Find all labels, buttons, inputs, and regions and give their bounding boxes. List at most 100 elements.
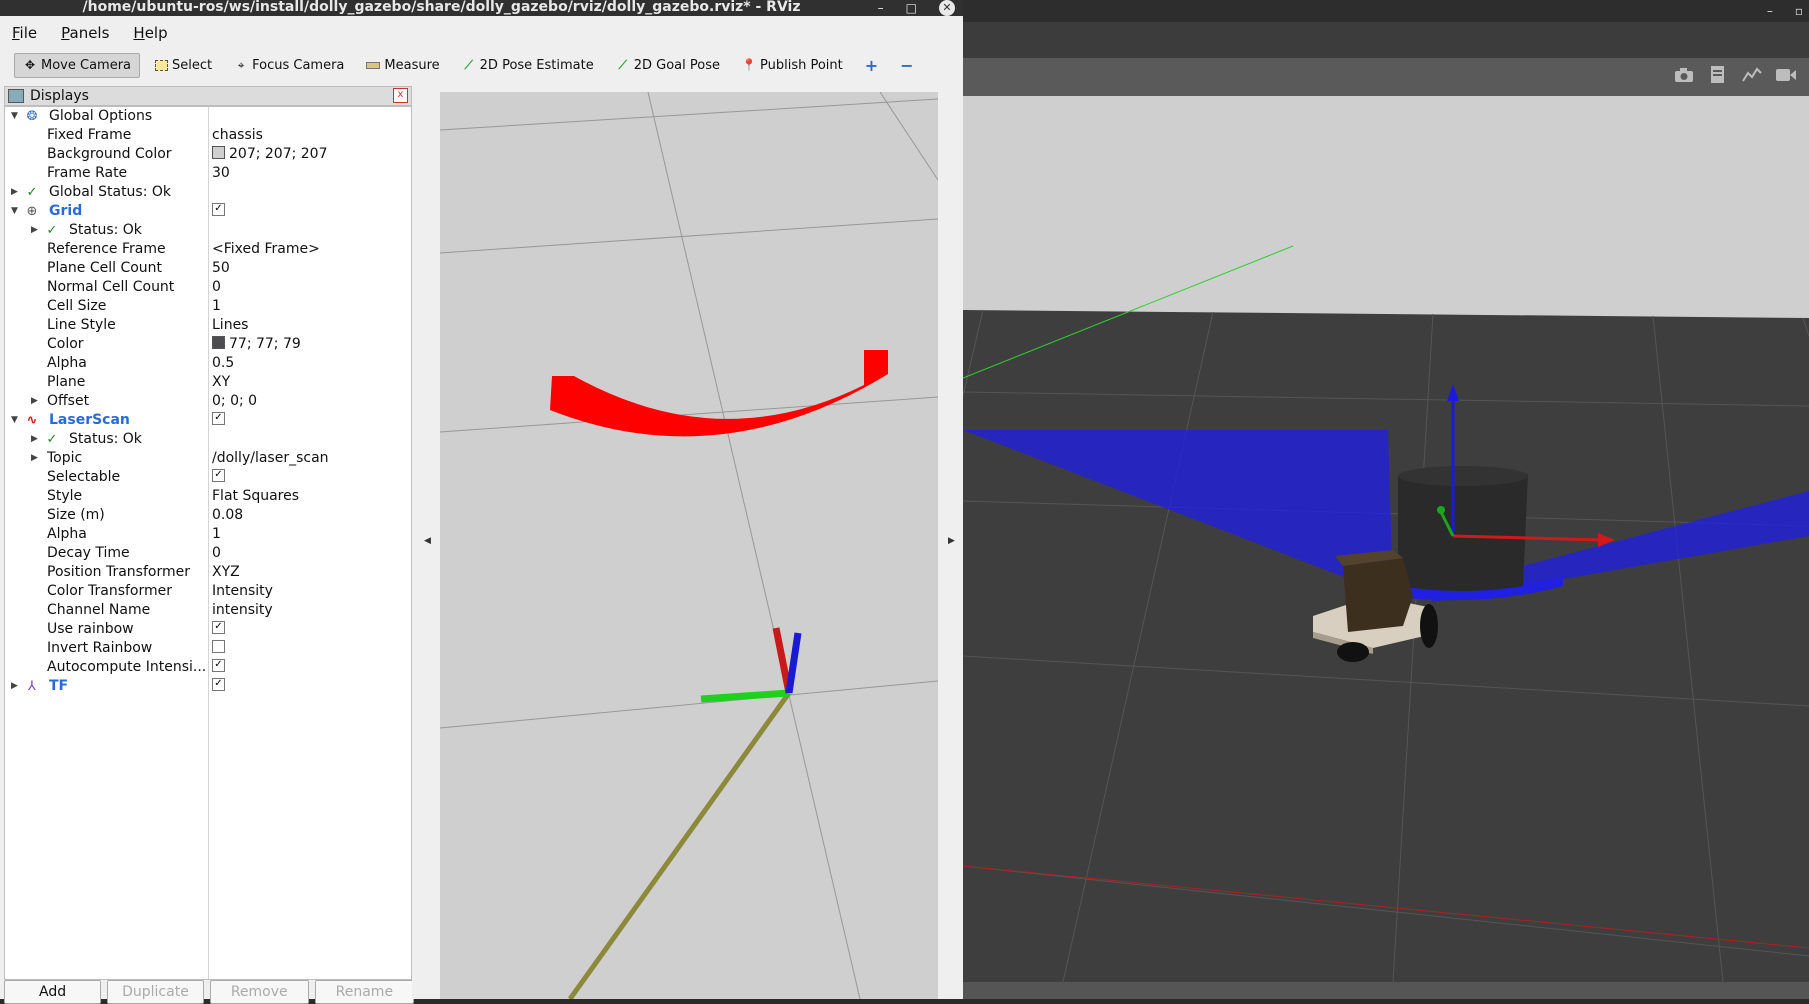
publish-point-button[interactable]: 📍 Publish Point	[734, 54, 851, 77]
remove-tool-button[interactable]: −	[892, 52, 921, 79]
log-icon[interactable]	[1707, 64, 1729, 86]
collapse-arrow-icon[interactable]: ▶	[11, 183, 18, 202]
rename-button[interactable]: Rename	[314, 980, 415, 1004]
tree-row-plane[interactable]: Plane XY	[5, 373, 411, 392]
row-value[interactable]: XY	[212, 373, 230, 392]
add-button[interactable]: Add	[4, 980, 102, 1004]
invert-rainbow-checkbox[interactable]	[212, 640, 225, 653]
row-value[interactable]: 1	[212, 297, 221, 316]
tree-row-invert-rainbow[interactable]: Invert Rainbow	[5, 639, 411, 658]
collapse-arrow-icon[interactable]: ▶	[31, 221, 38, 240]
maximize-icon[interactable]: □	[906, 1, 917, 15]
close-icon[interactable]: ✕	[939, 0, 955, 16]
goal-pose-button[interactable]: ⟋ 2D Goal Pose	[608, 54, 728, 77]
tree-row-grid-status[interactable]: ▶ ✓ Status: Ok	[5, 221, 411, 240]
duplicate-button[interactable]: Duplicate	[107, 980, 204, 1004]
tree-row-selectable[interactable]: Selectable ✓	[5, 468, 411, 487]
tree-row-style[interactable]: Style Flat Squares	[5, 487, 411, 506]
expand-arrow-icon[interactable]: ▼	[11, 107, 18, 126]
camera-icon[interactable]	[1673, 64, 1695, 86]
row-value[interactable]: /dolly/laser_scan	[212, 449, 329, 468]
tree-row-cell-size[interactable]: Cell Size 1	[5, 297, 411, 316]
tree-row-use-rainbow[interactable]: Use rainbow ✓	[5, 620, 411, 639]
tree-row-normal-cell-count[interactable]: Normal Cell Count 0	[5, 278, 411, 297]
menu-file[interactable]: File	[0, 22, 49, 44]
tree-row-decay-time[interactable]: Decay Time 0	[5, 544, 411, 563]
enable-checkbox[interactable]: ✓	[212, 678, 225, 691]
gazebo-minimize-icon[interactable]: –	[1767, 4, 1773, 18]
autocompute-checkbox[interactable]: ✓	[212, 659, 225, 672]
tree-row-color-transformer[interactable]: Color Transformer Intensity	[5, 582, 411, 601]
row-value[interactable]: 0; 0; 0	[212, 392, 257, 411]
collapse-arrow-icon[interactable]: ▶	[11, 677, 18, 696]
row-value[interactable]: 0	[212, 544, 221, 563]
selectable-checkbox[interactable]: ✓	[212, 469, 225, 482]
tree-row-laser-status[interactable]: ▶ ✓ Status: Ok	[5, 430, 411, 449]
focus-camera-button[interactable]: ⌖ Focus Camera	[226, 54, 352, 77]
tree-row-autocompute[interactable]: Autocompute Intensi... ✓	[5, 658, 411, 677]
video-icon[interactable]	[1775, 64, 1797, 86]
collapse-left-icon[interactable]: ◀	[424, 536, 431, 546]
collapse-right-icon[interactable]: ▶	[948, 536, 955, 546]
use-rainbow-checkbox[interactable]: ✓	[212, 621, 225, 634]
tree-row-offset[interactable]: ▶ Offset 0; 0; 0	[5, 392, 411, 411]
tree-row-background-color[interactable]: Background Color 207; 207; 207	[5, 145, 411, 164]
tree-row-grid-alpha[interactable]: Alpha 0.5	[5, 354, 411, 373]
row-value[interactable]: 0.08	[212, 506, 243, 525]
collapse-arrow-icon[interactable]: ▶	[31, 430, 38, 449]
row-value[interactable]: Intensity	[212, 582, 273, 601]
tree-row-laser-alpha[interactable]: Alpha 1	[5, 525, 411, 544]
move-camera-button[interactable]: ✥ Move Camera	[14, 52, 141, 78]
tree-row-size[interactable]: Size (m) 0.08	[5, 506, 411, 525]
enable-checkbox[interactable]: ✓	[212, 412, 225, 425]
displays-tree[interactable]: ▼ ❂ Global Options Fixed Frame chassis B…	[4, 106, 412, 980]
row-value[interactable]: 77; 77; 79	[212, 335, 301, 354]
tree-row-channel-name[interactable]: Channel Name intensity	[5, 601, 411, 620]
tree-row-global-options[interactable]: ▼ ❂ Global Options	[5, 107, 411, 126]
row-value[interactable]: Lines	[212, 316, 248, 335]
tree-row-plane-cell-count[interactable]: Plane Cell Count 50	[5, 259, 411, 278]
row-value[interactable]: <Fixed Frame>	[212, 240, 320, 259]
enable-checkbox[interactable]: ✓	[212, 203, 225, 216]
tree-row-fixed-frame[interactable]: Fixed Frame chassis	[5, 126, 411, 145]
tree-row-laserscan[interactable]: ▼ ∿ LaserScan ✓	[5, 411, 411, 430]
tree-row-tf[interactable]: ▶ ⅄ TF ✓	[5, 677, 411, 696]
row-value[interactable]: 1	[212, 525, 221, 544]
row-value[interactable]: intensity	[212, 601, 273, 620]
gazebo-maximize-icon[interactable]: ▫	[1795, 4, 1803, 18]
select-button[interactable]: Select	[146, 54, 220, 77]
row-value[interactable]: Flat Squares	[212, 487, 299, 506]
menu-help[interactable]: Help	[121, 22, 179, 44]
tree-row-global-status[interactable]: ▶ ✓ Global Status: Ok	[5, 183, 411, 202]
tree-row-grid[interactable]: ▼ ⊕ Grid ✓	[5, 202, 411, 221]
row-value[interactable]: 50	[212, 259, 230, 278]
tree-row-line-style[interactable]: Line Style Lines	[5, 316, 411, 335]
row-value[interactable]: 207; 207; 207	[212, 145, 328, 164]
expand-arrow-icon[interactable]: ▼	[11, 411, 18, 430]
gazebo-scene[interactable]	[963, 96, 1809, 982]
tree-row-grid-color[interactable]: Color 77; 77; 79	[5, 335, 411, 354]
add-tool-button[interactable]: +	[857, 52, 886, 79]
row-value[interactable]: 0	[212, 278, 221, 297]
measure-button[interactable]: Measure	[358, 54, 447, 77]
minimize-icon[interactable]: –	[878, 1, 884, 15]
row-value[interactable]: 30	[212, 164, 230, 183]
collapse-arrow-icon[interactable]: ▶	[31, 449, 38, 468]
row-value[interactable]: 0.5	[212, 354, 234, 373]
expand-arrow-icon[interactable]: ▼	[11, 202, 18, 221]
close-panel-icon[interactable]: x	[393, 88, 408, 103]
collapse-arrow-icon[interactable]: ▶	[31, 392, 38, 411]
tree-row-reference-frame[interactable]: Reference Frame <Fixed Frame>	[5, 240, 411, 259]
row-value[interactable]: chassis	[212, 126, 263, 145]
tree-row-topic[interactable]: ▶ Topic /dolly/laser_scan	[5, 449, 411, 468]
pose-estimate-button[interactable]: ⟋ 2D Pose Estimate	[454, 54, 602, 77]
remove-button[interactable]: Remove	[209, 980, 309, 1004]
left-dock-splitter[interactable]: ◀	[412, 86, 440, 999]
plot-icon[interactable]	[1741, 64, 1763, 86]
row-value[interactable]: XYZ	[212, 563, 240, 582]
right-dock-splitter[interactable]: ▶	[938, 86, 963, 999]
tree-row-position-transformer[interactable]: Position Transformer XYZ	[5, 563, 411, 582]
tree-row-frame-rate[interactable]: Frame Rate 30	[5, 164, 411, 183]
menu-panels[interactable]: Panels	[49, 22, 121, 44]
rviz-3d-view[interactable]	[440, 92, 938, 999]
